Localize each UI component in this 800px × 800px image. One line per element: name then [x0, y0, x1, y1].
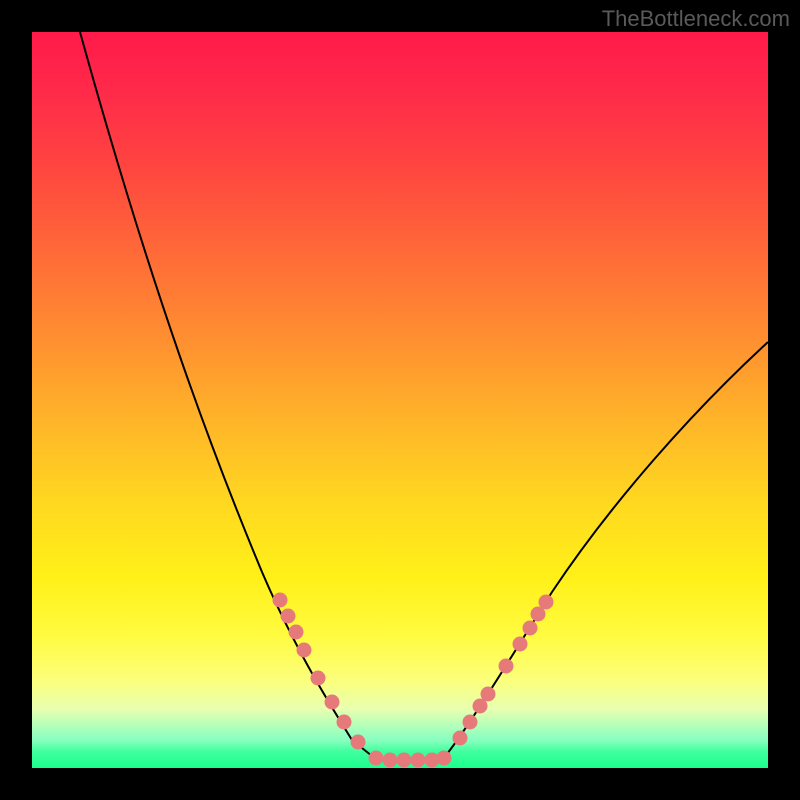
chart-plot-area: [32, 32, 768, 768]
data-dot: [463, 715, 478, 730]
data-dot: [311, 671, 326, 686]
data-dot: [351, 735, 366, 750]
data-dot: [481, 687, 496, 702]
data-dot: [539, 595, 554, 610]
data-dot: [499, 659, 514, 674]
data-dot: [437, 751, 452, 766]
data-dot: [281, 609, 296, 624]
left-curve-path: [80, 32, 377, 760]
data-dot: [325, 695, 340, 710]
curve-layer: [32, 32, 768, 768]
data-dot: [411, 753, 426, 768]
data-dot: [297, 643, 312, 658]
watermark-text: TheBottleneck.com: [602, 6, 790, 32]
data-dot: [383, 753, 398, 768]
data-dot: [397, 753, 412, 768]
data-dot: [513, 637, 528, 652]
data-dot: [369, 751, 384, 766]
data-dot: [337, 715, 352, 730]
data-dot: [453, 731, 468, 746]
data-dot: [523, 621, 538, 636]
data-dot: [273, 593, 288, 608]
data-dot: [289, 625, 304, 640]
